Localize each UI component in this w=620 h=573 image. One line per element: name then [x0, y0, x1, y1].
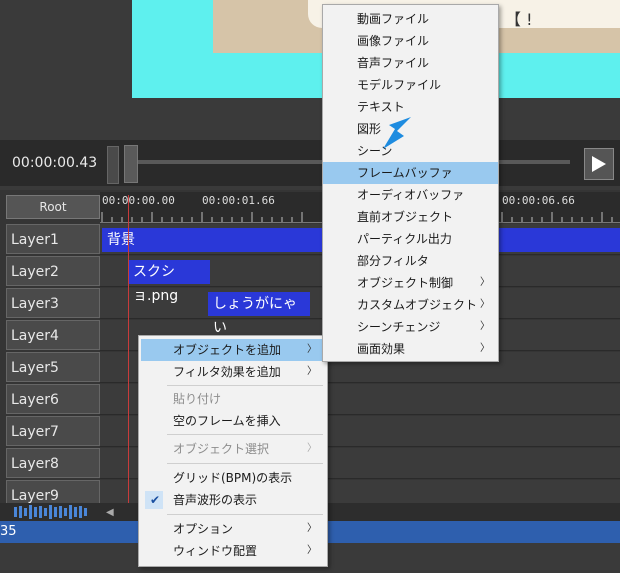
menu-insert-empty-frame[interactable]: 空のフレームを挿入 — [141, 410, 325, 432]
preview-overlay-text: 【 ! — [505, 10, 533, 29]
submenu-screen-effect[interactable]: 画面効果〉 — [323, 338, 498, 360]
timecode-display: 00:00:00.43 — [12, 155, 98, 171]
menu-separator — [167, 463, 323, 464]
layer-label-6[interactable]: Layer6 — [6, 384, 100, 414]
menu-select-object[interactable]: オブジェクト選択 〉 — [141, 438, 325, 460]
menu-add-filter[interactable]: フィルタ効果を追加 〉 — [141, 361, 325, 383]
submenu-arrow-icon: 〉 — [307, 523, 317, 534]
submenu-arrow-icon: 〉 — [307, 344, 317, 355]
playhead[interactable] — [128, 195, 129, 525]
layer-label-5[interactable]: Layer5 — [6, 352, 100, 382]
submenu-arrow-icon: 〉 — [480, 321, 490, 332]
submenu-arrow-icon: 〉 — [307, 366, 317, 377]
submenu-audio-file[interactable]: 音声ファイル — [323, 52, 498, 74]
submenu-audio-buffer[interactable]: オーディオバッファ — [323, 184, 498, 206]
layer-label-4[interactable]: Layer4 — [6, 320, 100, 350]
ruler-label-0: 00:00:00.00 — [102, 194, 175, 207]
menu-add-object[interactable]: オブジェクトを追加 〉 — [141, 339, 325, 361]
submenu-custom-object[interactable]: カスタムオブジェクト〉 — [323, 294, 498, 316]
submenu-object-control[interactable]: オブジェクト制御〉 — [323, 272, 498, 294]
menu-show-waveform[interactable]: ✔ 音声波形の表示 — [141, 489, 325, 511]
menu-paste[interactable]: 貼り付け — [141, 388, 325, 410]
context-menu: オブジェクトを追加 〉 フィルタ効果を追加 〉 貼り付け 空のフレームを挿入 オ… — [138, 335, 328, 567]
submenu-scene-change[interactable]: シーンチェンジ〉 — [323, 316, 498, 338]
layer-label-8[interactable]: Layer8 — [6, 448, 100, 478]
menu-window-layout[interactable]: ウィンドウ配置 〉 — [141, 540, 325, 562]
submenu-arrow-icon: 〉 — [307, 443, 317, 454]
pointer-arrow-icon — [383, 117, 411, 149]
ruler-label-1: 00:00:01.66 — [202, 194, 275, 207]
seek-left-handle[interactable] — [107, 146, 119, 184]
submenu-particle-output[interactable]: パーティクル出力 — [323, 228, 498, 250]
submenu-video-file[interactable]: 動画ファイル — [323, 8, 498, 30]
submenu-arrow-icon: 〉 — [480, 343, 490, 354]
menu-separator — [167, 385, 323, 386]
menu-separator — [167, 514, 323, 515]
layer-label-7[interactable]: Layer7 — [6, 416, 100, 446]
add-object-submenu: 動画ファイル 画像ファイル 音声ファイル モデルファイル テキスト 図形 シーン… — [322, 4, 499, 362]
play-button[interactable] — [584, 148, 614, 180]
root-button[interactable]: Root — [6, 195, 100, 219]
layer-label-2[interactable]: Layer2 — [6, 256, 100, 286]
submenu-partial-filter[interactable]: 部分フィルタ — [323, 250, 498, 272]
layer-label-3[interactable]: Layer3 — [6, 288, 100, 318]
ruler-label-2: 00:00:06.66 — [502, 194, 575, 207]
waveform-icon — [14, 505, 87, 519]
submenu-frame-buffer[interactable]: フレームバッファ — [323, 162, 498, 184]
layer-label-1[interactable]: Layer1 — [6, 224, 100, 254]
play-icon — [592, 156, 606, 172]
menu-separator — [167, 434, 323, 435]
submenu-arrow-icon: 〉 — [307, 545, 317, 556]
status-text: 35 — [0, 524, 17, 539]
scroll-left-arrow-icon[interactable]: ◀ — [106, 507, 114, 518]
menu-show-grid[interactable]: グリッド(BPM)の表示 — [141, 467, 325, 489]
check-icon: ✔ — [150, 493, 161, 507]
submenu-image-file[interactable]: 画像ファイル — [323, 30, 498, 52]
submenu-arrow-icon: 〉 — [480, 277, 490, 288]
submenu-model-file[interactable]: モデルファイル — [323, 74, 498, 96]
seek-thumb[interactable] — [124, 145, 138, 183]
submenu-arrow-icon: 〉 — [480, 299, 490, 310]
menu-options[interactable]: オプション 〉 — [141, 518, 325, 540]
submenu-previous-object[interactable]: 直前オブジェクト — [323, 206, 498, 228]
clip-screenshot[interactable]: スクショ.png — [128, 260, 210, 304]
clip-text[interactable]: しょうがにゃい — [208, 292, 310, 336]
